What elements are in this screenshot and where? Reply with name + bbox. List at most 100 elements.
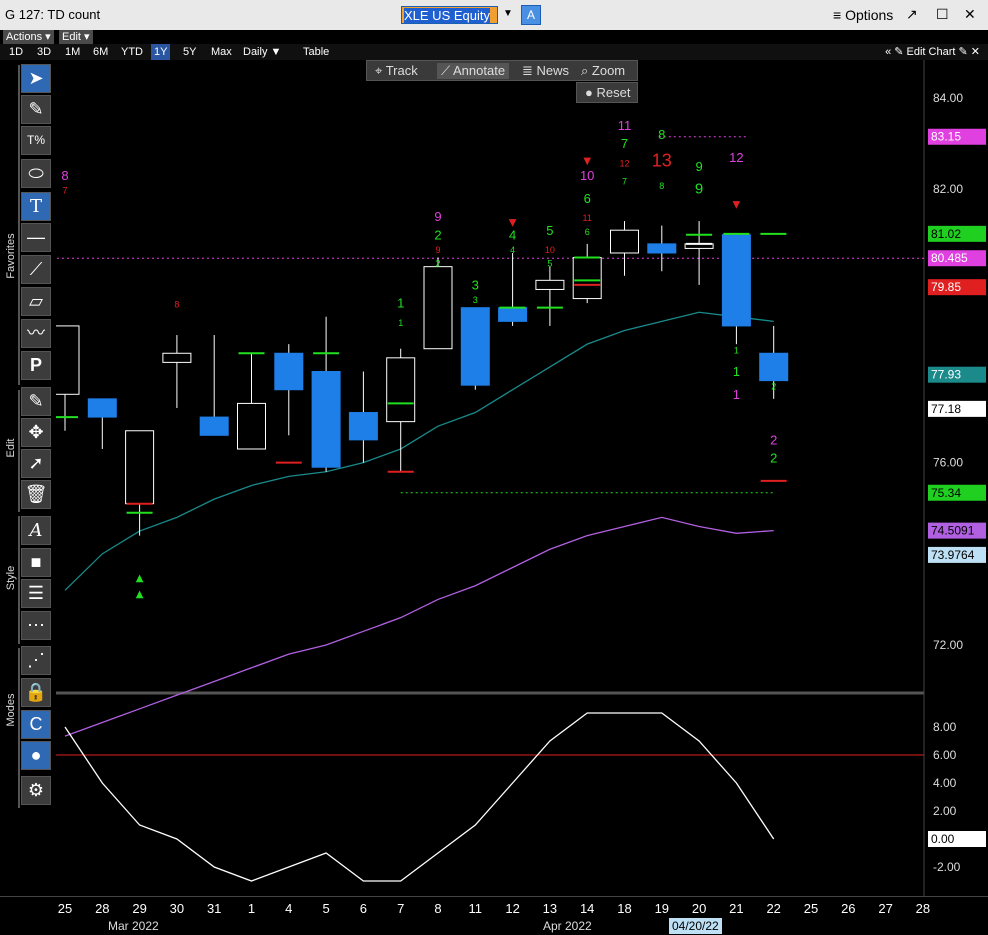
magnet-icon[interactable]: C [21,710,51,739]
annotate-label: Annotate [453,63,506,78]
price-label-text: 75.34 [931,486,961,500]
chart-canvas[interactable]: 84.0082.0078.0076.0072.00▲▲▼▼▼8781192923… [0,0,988,935]
td-count-label: 2 [770,432,777,447]
price-label-text: 83.15 [931,130,961,144]
date-tick-label: 29 [132,901,147,916]
candle-body [162,352,192,363]
date-tick-label: 11 [468,901,483,916]
edit-pen-icon[interactable]: ✎ [21,387,51,416]
date-tick-label: 21 [729,901,744,916]
trendline-tool-icon[interactable]: ⟋ [21,255,51,284]
candle-body [610,229,639,254]
td-count-label: 7 [621,136,628,151]
candle-body [199,416,229,436]
td-count-label: 7 [622,177,627,187]
date-tick-label: 6 [359,901,367,916]
chart-toolbar: ⌖ Track ⟋ Annotate ≣ News ⌕ Zoom [366,60,638,81]
date-tick-label: 27 [878,901,893,916]
date-axis: 25 28 29 30 31 1 4 5 6 7 8 11 12 13 14 18 19 20 21 22 25 26 27… [0,896,988,935]
td-count-label: 5 [547,259,552,269]
date-tick-label: 5 [322,901,330,916]
reset-label: Reset [596,85,631,100]
font-style-icon[interactable]: A [21,516,51,545]
date-tick-label: 1 [247,901,256,916]
candle-body [423,266,453,350]
panel-separator [18,516,20,644]
reset-button[interactable]: ● Reset [576,82,638,103]
td-count-label: 1 [397,296,404,311]
td-count-label: 3 [473,295,478,305]
candle-body [311,371,341,468]
price-label-text: 79.85 [931,280,961,294]
oscillator-tick-label: 8.00 [933,720,957,734]
signal-arrow: ▲ [136,573,144,584]
polyline-tool-icon[interactable]: 〰 [21,319,51,348]
oscillator-tick-label: 4.00 [933,776,957,790]
color-mode-icon[interactable]: ● [21,741,51,770]
channel-tool-icon[interactable]: ▱ [21,287,51,316]
price-tick-label: 76.00 [933,456,963,470]
date-tick-label: 4 [285,901,293,916]
annotate-button[interactable]: ⟋ Annotate [437,63,510,79]
trash-icon[interactable]: 🗑 [21,480,51,509]
select-arrow-icon[interactable]: ➚ [21,449,51,478]
price-label-text: 77.93 [931,368,961,382]
candle-body [348,412,378,441]
td-count-label: 5 [546,223,553,238]
line-width-icon[interactable]: ☰ [21,579,51,608]
text-tool-icon[interactable]: T [21,192,51,221]
signal-arrow: ▲ [136,589,144,600]
date-tick-label: 7 [397,901,405,916]
track-button[interactable]: ⌖ Track [375,63,418,79]
line-style-icon[interactable]: ⋯ [21,611,51,640]
signal-arrow: ▼ [583,156,591,167]
date-tick-label: 20 [691,901,707,916]
zoom-button[interactable]: ⌕ Zoom [581,63,625,79]
ellipse-tool-icon[interactable]: ⬭ [21,159,51,188]
favorites-label: Favorites [5,233,17,279]
pattern-tool-icon[interactable]: P [21,351,51,380]
fill-color-icon[interactable]: ■ [21,548,51,577]
settings-gear-icon[interactable]: ⚙ [21,776,51,805]
candle-body [535,279,565,290]
date-tick-label: 8 [434,901,442,916]
td-count-label: 8 [659,181,664,191]
td-count-label: 12 [619,158,629,168]
td-count-label: 8 [61,168,68,183]
td-count-label: 8 [174,300,179,310]
td-count-label: 9 [434,209,441,224]
percent-tool-icon[interactable]: T% [21,126,51,155]
candle-body [125,430,155,505]
track-label: Track [385,63,418,78]
lock-icon[interactable]: 🔒 [21,678,51,707]
pointer-tool-icon[interactable]: ➤ [21,64,51,93]
signal-arrow: ▼ [733,199,741,210]
dotted-line-icon[interactable]: ⋰ [21,646,51,675]
candle-body [274,352,304,391]
horizontal-line-tool-icon[interactable]: — [21,223,51,252]
panel-separator [18,65,20,385]
move-icon[interactable]: ✥ [21,418,51,447]
td-count-label: 11 [583,213,592,223]
candle-body [386,357,416,423]
candle-body [647,243,677,254]
candle-body [572,257,602,300]
oscillator-current-label: 0.00 [931,832,955,846]
news-button[interactable]: ≣ News [522,63,569,79]
td-count-label: 2 [435,259,440,269]
td-count-label: 8 [658,127,665,142]
price-label-text: 81.02 [931,227,961,241]
candle-body [87,398,117,418]
td-count-label: 7 [62,186,67,196]
date-tick-label: 25 [803,901,819,916]
td-count-label: 1 [398,318,403,328]
zoom-label: Zoom [591,63,626,78]
price-tick-label: 84.00 [933,91,963,105]
pen-tool-icon[interactable]: ✎ [21,95,51,124]
oscillator-tick-label: 6.00 [933,748,957,762]
price-label-text: 73.9764 [931,548,975,562]
panel-separator [18,648,20,808]
panel-separator [18,390,20,512]
date-tick-label: 12 [505,901,520,916]
td-count-label: 2 [770,451,777,466]
